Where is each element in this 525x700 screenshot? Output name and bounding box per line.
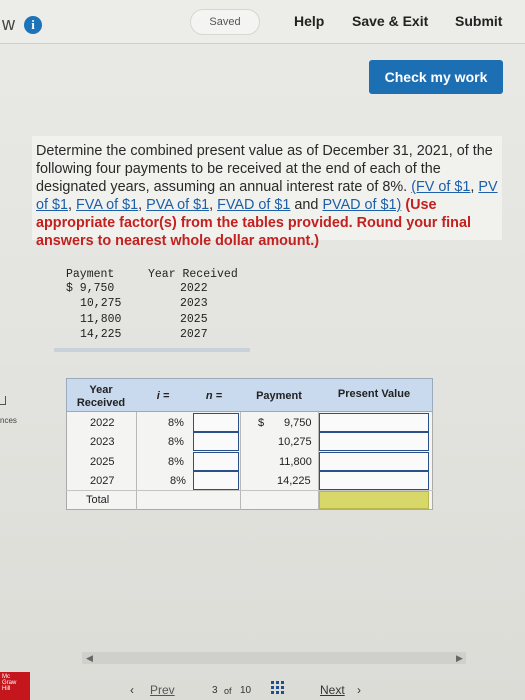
link-fvad-of-1[interactable]: FVAD of $1 — [217, 197, 290, 213]
col-divider — [240, 412, 241, 510]
scroll-right-arrow-icon[interactable]: ▶ — [456, 653, 463, 664]
n-input-0[interactable] — [193, 413, 239, 432]
n-input-2[interactable] — [193, 452, 239, 471]
row-rate-2: 8% — [168, 456, 184, 468]
row-payment-3: 14,225 — [277, 475, 311, 487]
present-value-input-1[interactable] — [319, 432, 429, 451]
row-payment-2: 11,800 — [279, 456, 312, 468]
mcgraw-hill-logo: Mc Graw Hill — [0, 672, 30, 700]
row-currency-0: $ — [258, 417, 265, 429]
row-year-0: 2022 — [90, 417, 115, 429]
page-grid-icon[interactable] — [271, 681, 285, 695]
header-i: i = — [156, 390, 170, 402]
scroll-left-arrow-icon[interactable]: ◀ — [86, 653, 93, 664]
question-text: Determine the combined present value as … — [36, 143, 498, 249]
side-tab-label[interactable]: nces — [0, 416, 17, 425]
total-label: Total — [86, 494, 110, 506]
page-of: of — [224, 686, 232, 696]
row-payment-1: 10,275 — [278, 436, 312, 448]
col-divider — [136, 412, 137, 510]
row-payment-0: 9,750 — [284, 417, 312, 429]
given-table-underline — [54, 348, 250, 352]
side-bracket-icon — [0, 396, 6, 405]
n-input-3[interactable] — [193, 471, 239, 490]
given-year-3: 2027 — [180, 328, 208, 341]
header-present-value: Present Value — [337, 388, 411, 400]
link-pvad-of-1[interactable]: PVAD of $1) — [322, 197, 401, 213]
present-value-input-0[interactable] — [319, 413, 429, 432]
given-payment-2: 11,800 — [80, 313, 122, 326]
header-year-received: Year Received — [76, 384, 126, 409]
prev-button[interactable]: Prev — [150, 683, 175, 697]
given-payment-1: 10,275 — [80, 297, 122, 310]
n-input-1[interactable] — [193, 432, 239, 451]
given-year-2: 2025 — [180, 313, 208, 326]
next-chevron-icon[interactable]: › — [357, 683, 361, 697]
submit-link[interactable]: Submit — [455, 13, 502, 29]
logo-line: Hill — [2, 686, 11, 692]
given-header-payment: Payment — [66, 268, 115, 281]
given-payment-0: $ 9,750 — [66, 282, 115, 295]
page-current: 3 — [212, 685, 218, 696]
row-rate-0: 8% — [168, 417, 184, 429]
question-and: and — [290, 197, 323, 213]
given-year-0: 2022 — [180, 282, 208, 295]
help-link[interactable]: Help — [294, 13, 324, 29]
horizontal-scrollbar[interactable] — [82, 652, 466, 664]
present-value-input-3[interactable] — [319, 471, 429, 490]
header-payment: Payment — [256, 390, 302, 402]
prev-chevron-icon[interactable]: ‹ — [130, 683, 134, 697]
info-icon[interactable]: i — [24, 16, 42, 34]
given-header-year: Year Received — [148, 268, 238, 281]
row-year-1: 2023 — [90, 436, 115, 448]
row-year-3: 2027 — [90, 475, 115, 487]
present-value-input-2[interactable] — [319, 452, 429, 471]
header-n: n = — [205, 390, 223, 402]
top-bar: w i Saved Help Save & Exit Submit — [0, 0, 525, 44]
saved-status: Saved — [190, 9, 260, 35]
next-button[interactable]: Next — [320, 683, 345, 697]
row-rate-1: 8% — [168, 436, 184, 448]
page: w i Saved Help Save & Exit Submit Check … — [0, 0, 525, 700]
given-payments-table: Payment Year Received $ 9,750 2022 10,27… — [54, 266, 250, 350]
save-exit-link[interactable]: Save & Exit — [352, 13, 428, 29]
check-my-work-button[interactable]: Check my work — [369, 60, 503, 94]
row-year-2: 2025 — [90, 456, 115, 468]
link-pva-of-1[interactable]: PVA of $1 — [146, 197, 209, 213]
row-rate-3: 8% — [170, 475, 186, 487]
link-fv-of-1[interactable]: (FV of $1 — [411, 179, 470, 195]
page-total: 10 — [240, 685, 252, 696]
link-fva-of-1[interactable]: FVA of $1 — [76, 197, 138, 213]
brand-letter: w — [2, 14, 15, 34]
given-payment-3: 14,225 — [80, 328, 122, 341]
given-year-1: 2023 — [180, 297, 208, 310]
total-present-value-input[interactable] — [319, 491, 429, 509]
